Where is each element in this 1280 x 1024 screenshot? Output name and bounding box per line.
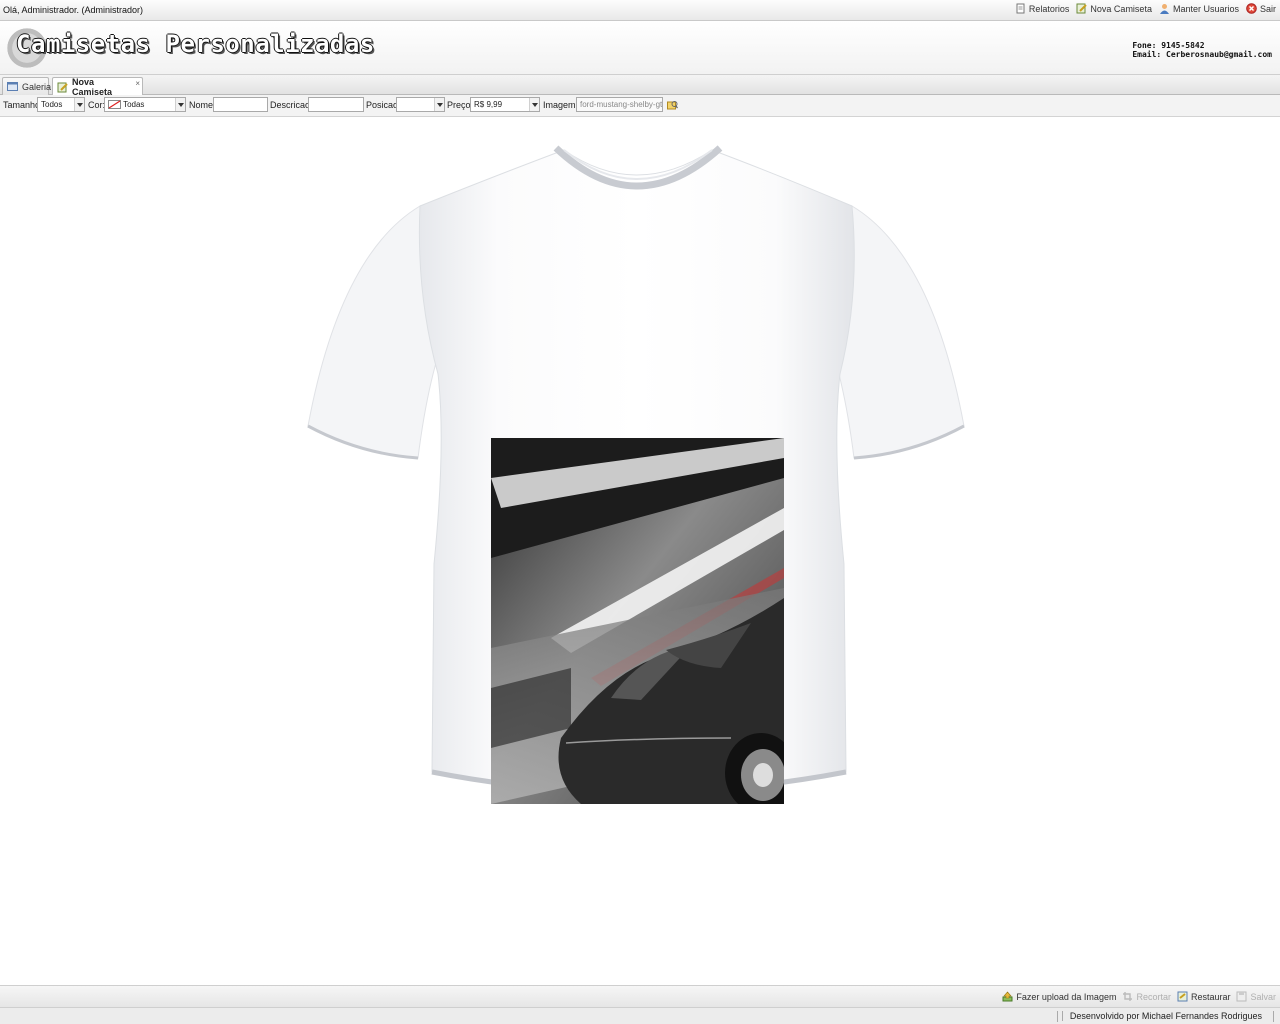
gallery-icon	[7, 81, 18, 92]
preco-select[interactable]: R$ 9,99	[470, 97, 540, 112]
site-logo: Camisetas Personalizadas	[16, 30, 375, 58]
chevron-down-icon	[175, 98, 185, 111]
crop-label: Recortar	[1136, 991, 1171, 1002]
cor-select[interactable]: Todas	[104, 97, 186, 112]
restore-label: Restaurar	[1190, 991, 1231, 1002]
nav-nova-camiseta-label: Nova Camiseta	[1090, 3, 1152, 14]
tab-nova-camiseta-label: Nova Camiseta	[72, 77, 113, 97]
color-swatch-icon	[108, 100, 121, 109]
nome-label: Nome:	[189, 100, 216, 110]
nome-input[interactable]	[213, 97, 268, 112]
nav-manter-usuarios-link[interactable]: Manter Usuarios	[1159, 3, 1239, 14]
contact-info: Fone: 9145-5842 Email: Cerberosnaub@gmai…	[1132, 41, 1272, 59]
edit-icon	[1076, 3, 1088, 14]
tamanho-select[interactable]: Todos	[37, 97, 85, 112]
save-button[interactable]: Salvar	[1236, 991, 1276, 1002]
nav-nova-camiseta-link[interactable]: Nova Camiseta	[1076, 3, 1152, 14]
restore-icon	[1177, 991, 1188, 1002]
tab-galeria[interactable]: Galeria	[2, 77, 52, 95]
nav-sair-label: Sair	[1259, 3, 1276, 14]
cor-value: Todas	[123, 100, 145, 109]
close-icon[interactable]: ×	[135, 79, 140, 88]
developer-credit: Desenvolvido por Michael Fernandes Rodri…	[1056, 1011, 1262, 1022]
restore-button[interactable]: Restaurar	[1177, 991, 1231, 1002]
report-icon	[1015, 3, 1026, 14]
upload-image-button[interactable]: Fazer upload da Imagem	[1002, 991, 1116, 1002]
browse-image-icon[interactable]	[667, 100, 679, 111]
descricao-input[interactable]	[308, 97, 364, 112]
save-label: Salvar	[1250, 991, 1276, 1002]
contact-phone: Fone: 9145-5842	[1132, 41, 1205, 50]
top-bar: Olá, Administrador. (Administrador) Rela…	[0, 0, 1280, 21]
imagem-label: Imagem:	[543, 100, 579, 110]
upload-image-label: Fazer upload da Imagem	[1016, 991, 1117, 1002]
crop-button[interactable]: Recortar	[1122, 991, 1171, 1002]
status-bar: Desenvolvido por Michael Fernandes Rodri…	[0, 1007, 1280, 1024]
crop-icon	[1122, 991, 1133, 1002]
exit-icon	[1246, 3, 1257, 14]
action-buttons: Fazer upload da Imagem Recortar Restaura…	[1002, 991, 1276, 1002]
top-nav: Relatorios Nova Camiseta Manter Usuarios…	[1015, 3, 1276, 14]
status-divider	[1273, 1011, 1274, 1022]
cor-label: Cor:	[88, 100, 106, 110]
users-icon	[1159, 3, 1170, 14]
contact-email: Email: Cerberosnaub@gmail.com	[1132, 50, 1272, 59]
imagem-field[interactable]: ford-mustang-shelby-gt5	[576, 97, 663, 112]
design-canvas	[0, 117, 1280, 985]
preco-value: R$ 9,99	[474, 100, 503, 109]
car-print-image[interactable]	[491, 438, 784, 804]
posicao-select[interactable]	[396, 97, 445, 112]
chevron-down-icon	[529, 98, 539, 111]
tamanho-value: Todos	[41, 100, 63, 109]
greeting-text: Olá, Administrador. (Administrador)	[3, 5, 144, 15]
nav-sair-link[interactable]: Sair	[1246, 3, 1276, 14]
nav-manter-usuarios-label: Manter Usuarios	[1172, 3, 1239, 14]
chevron-down-icon	[434, 98, 444, 111]
nav-relatorios-label: Relatorios	[1028, 3, 1070, 14]
filter-toolbar: Tamanho: Todos Cor: Todas Nome: Descrica…	[0, 95, 1280, 117]
descricao-label: Descricao:	[270, 100, 313, 110]
chevron-down-icon	[74, 98, 84, 111]
edit-icon	[57, 82, 68, 93]
tab-nova-camiseta[interactable]: Nova Camiseta ×	[52, 77, 143, 97]
upload-icon	[1002, 991, 1013, 1002]
nav-relatorios-link[interactable]: Relatorios	[1015, 3, 1070, 14]
action-bar: Fazer upload da Imagem Recortar Restaura…	[0, 985, 1280, 1007]
tab-galeria-label: Galeria	[22, 81, 52, 92]
save-icon	[1236, 991, 1247, 1002]
tab-bar: Galeria Nova Camiseta ×	[0, 75, 1280, 97]
site-header: Camisetas Personalizadas Fone: 9145-5842…	[0, 21, 1280, 75]
